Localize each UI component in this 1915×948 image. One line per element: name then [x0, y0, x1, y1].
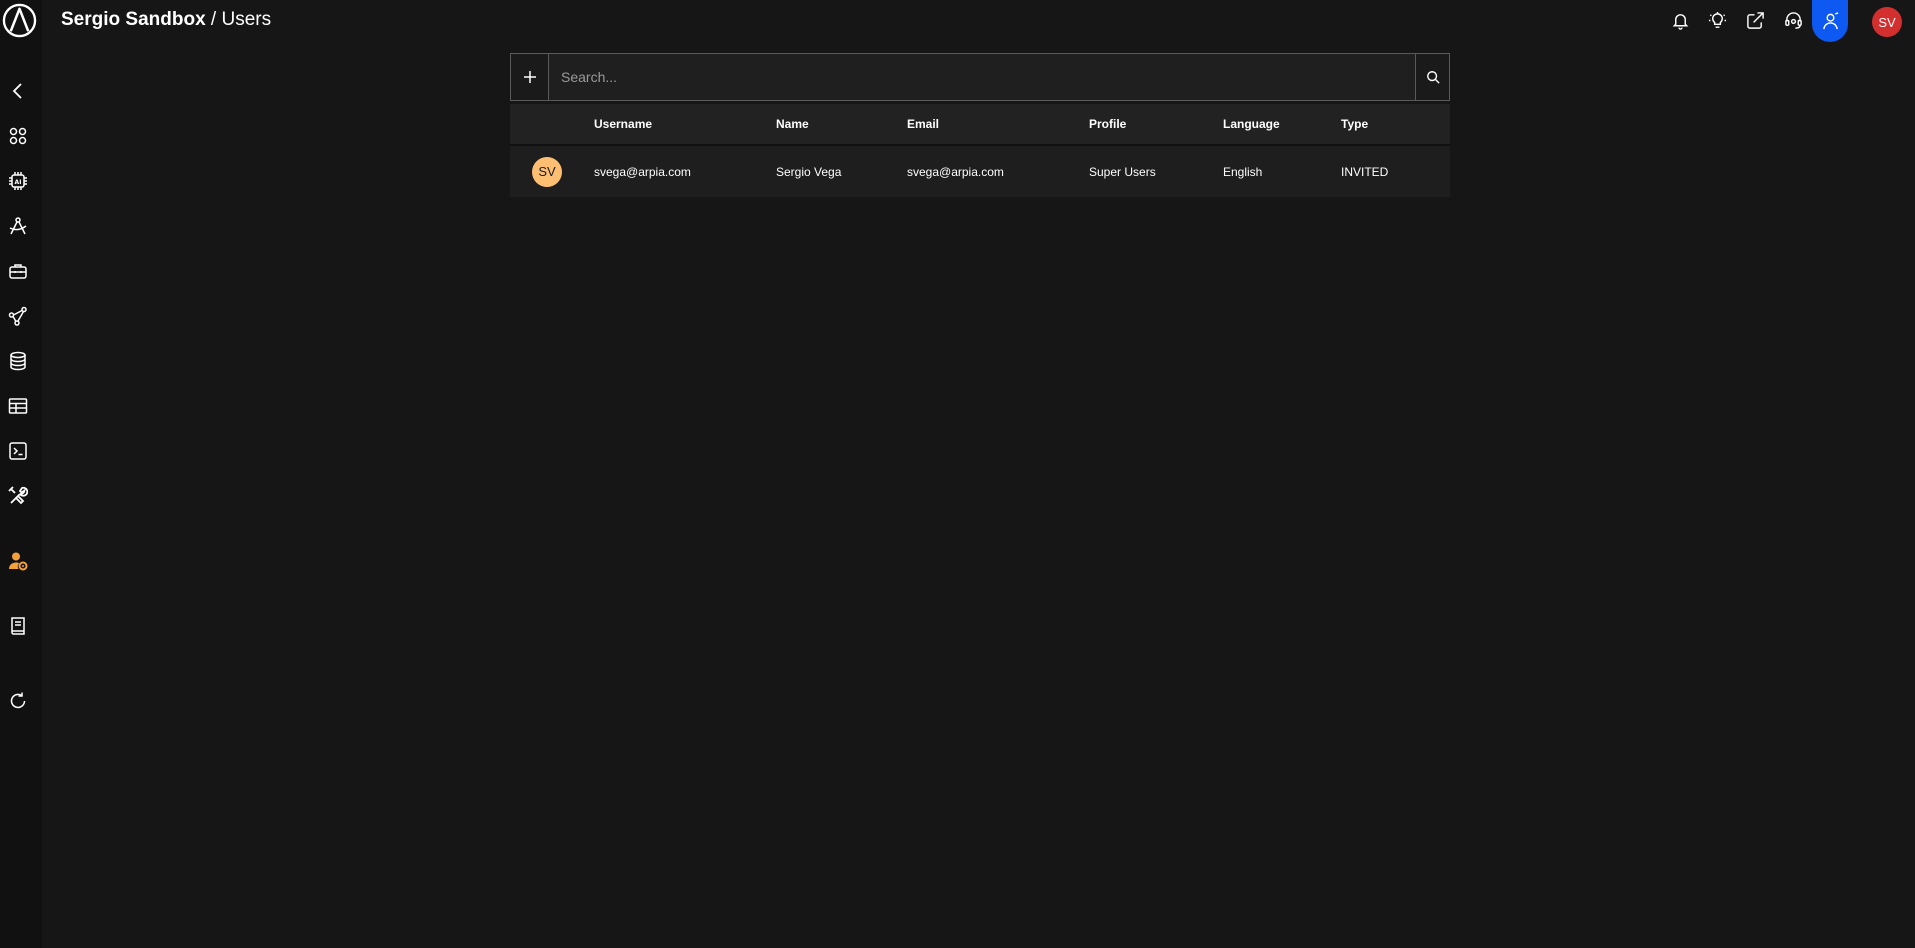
network-nodes-icon[interactable] [7, 305, 29, 327]
terminal-icon[interactable] [7, 440, 29, 462]
users-tab-button[interactable] [1812, 0, 1848, 42]
user-settings-icon[interactable] [7, 550, 29, 572]
column-header-email[interactable]: Email [907, 104, 1089, 146]
app-logo-icon[interactable] [2, 3, 37, 38]
table-header-row: Username Name Email Profile Language Typ… [510, 104, 1450, 146]
breadcrumb-separator: / [205, 9, 222, 30]
toolbox-icon[interactable] [7, 260, 29, 282]
column-header-type[interactable]: Type [1341, 104, 1450, 146]
plus-icon [523, 71, 536, 83]
lightbulb-icon[interactable] [1706, 9, 1728, 31]
add-user-button[interactable] [511, 54, 549, 100]
avatar: SV [532, 156, 562, 187]
cell-type: INVITED [1341, 145, 1450, 197]
column-header-username[interactable]: Username [594, 104, 776, 146]
cell-username: svega@arpia.com [594, 145, 776, 197]
search-bar [510, 53, 1450, 101]
cell-language: English [1223, 145, 1341, 197]
cell-email: svega@arpia.com [907, 145, 1089, 197]
table-icon[interactable] [7, 395, 29, 417]
users-icon [1822, 11, 1838, 29]
workspace-name[interactable]: Sergio Sandbox [61, 9, 206, 30]
user-avatar[interactable]: SV [1872, 7, 1902, 37]
svg-text:AI: AI [15, 179, 22, 186]
search-icon [1426, 71, 1440, 84]
bell-icon[interactable] [1669, 9, 1691, 31]
share-icon[interactable] [1744, 9, 1766, 31]
column-header-language[interactable]: Language [1223, 104, 1341, 146]
column-header-name[interactable]: Name [776, 104, 907, 146]
cell-name: Sergio Vega [776, 145, 907, 197]
page-title: Sergio Sandbox / Users [61, 9, 271, 31]
database-icon[interactable] [7, 350, 29, 372]
search-input[interactable] [549, 54, 1415, 100]
row-avatar-cell: SV [510, 145, 594, 197]
chevron-left-icon[interactable] [7, 80, 29, 102]
sidebar: AI [0, 0, 42, 948]
ai-chip-icon[interactable]: AI [7, 170, 29, 192]
cell-profile: Super Users [1089, 145, 1223, 197]
column-header-profile[interactable]: Profile [1089, 104, 1223, 146]
table-row[interactable]: SV svega@arpia.com Sergio Vega svega@arp… [510, 145, 1450, 197]
users-table: Username Name Email Profile Language Typ… [510, 104, 1450, 197]
breadcrumb-current: Users [221, 9, 272, 30]
book-icon[interactable] [7, 615, 29, 637]
tools-icon[interactable] [7, 485, 29, 507]
column-header-avatar [510, 104, 594, 146]
apps-grid-icon[interactable] [7, 125, 29, 147]
support-headset-icon[interactable] [1782, 9, 1804, 31]
search-button[interactable] [1415, 54, 1449, 100]
compass-tool-icon[interactable] [7, 215, 29, 237]
refresh-icon[interactable] [7, 690, 29, 712]
